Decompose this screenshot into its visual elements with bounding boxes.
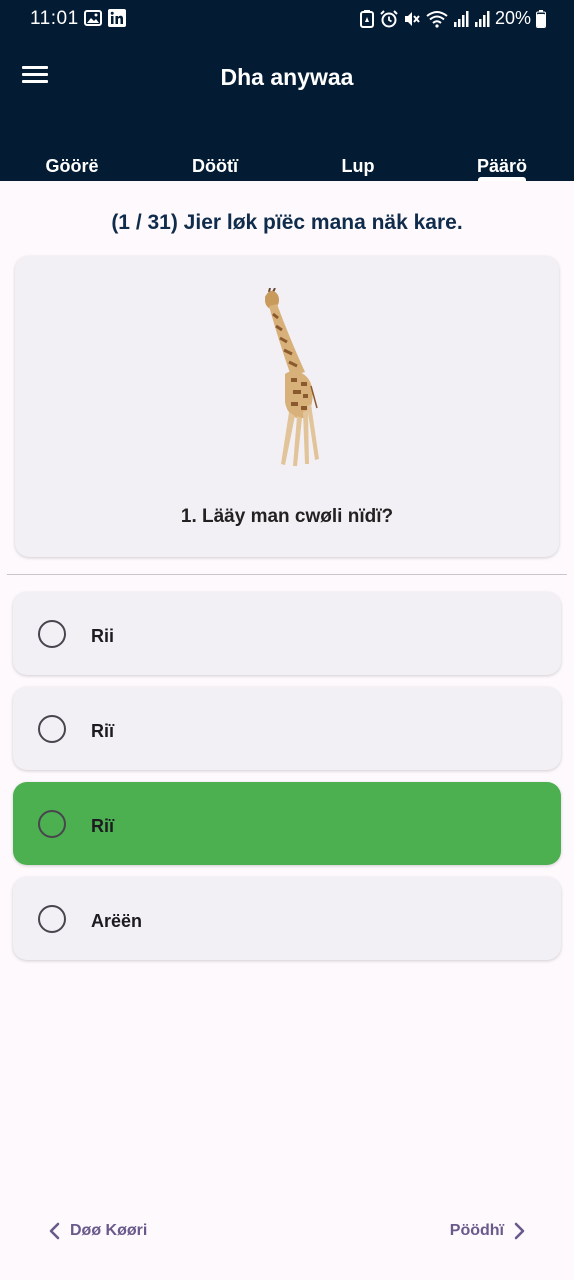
tab-lup[interactable]: Lup [303,156,413,177]
linkedin-icon [108,9,126,27]
answer-option[interactable]: Rii [13,592,561,675]
next-button[interactable]: Pöödhï [450,1222,526,1240]
tab-paaro[interactable]: Päärö [447,156,557,177]
answer-option-label: Riï [91,721,115,741]
previous-label: Døø Køøri [70,1222,148,1239]
answer-option-selected[interactable]: Riï [13,782,561,865]
divider [7,574,567,575]
answer-option[interactable]: Riï [13,687,561,770]
giraffe-image [265,288,319,466]
answer-option-label: Rii [91,626,115,646]
app-title: Dha anywaa [220,64,354,90]
chevron-right-icon [514,1222,525,1240]
signal-icon [453,10,469,27]
radio-icon[interactable] [38,905,66,933]
status-time: 11:01 [30,8,79,29]
signal-icon [474,10,490,27]
answer-option-label: Arëën [91,911,143,931]
chevron-left-icon [49,1222,60,1240]
tab-dooti[interactable]: Döötï [160,156,270,177]
alarm-icon [380,9,398,27]
battery-percent: 20% [494,8,531,28]
active-tab-indicator [478,177,526,181]
answer-option-label: Riï [91,816,115,836]
tab-goore[interactable]: Göörë [17,156,127,177]
radio-icon[interactable] [38,715,66,743]
previous-button[interactable]: Døø Køøri [48,1222,147,1240]
app-bar: Dha anywaa Göörë Döötï Lup Päärö [0,38,574,181]
next-label: Pöödhï [449,1222,504,1239]
battery-saver-icon [359,9,374,28]
radio-icon[interactable] [38,620,66,648]
radio-icon[interactable] [38,810,66,838]
question-card: 1. Lääy man cwøli nïdï? [15,256,559,557]
image-icon [84,10,102,26]
status-bar: 11:01 20% [0,0,574,38]
mute-icon [404,11,420,26]
quiz-progress-title: (1 / 31) Jier løk pïëc mana näk kare. [111,211,463,234]
wifi-icon [426,10,448,28]
question-text: 1. Lääy man cwøli nïdï? [180,506,394,527]
battery-icon [536,9,546,28]
answer-option[interactable]: Arëën [13,877,561,960]
